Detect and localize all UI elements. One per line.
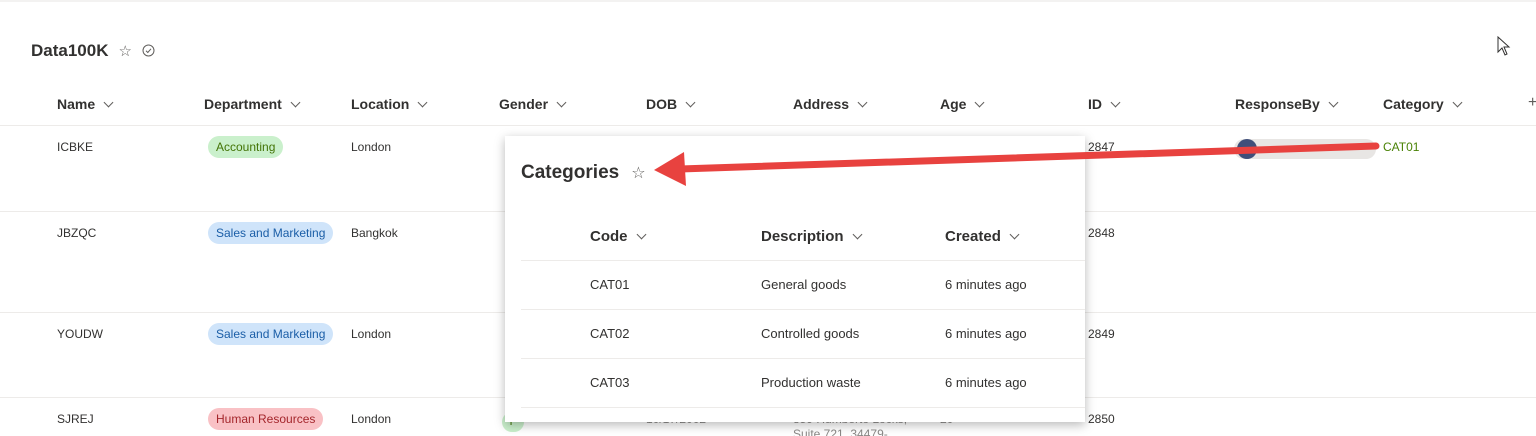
chevron-down-icon (685, 97, 696, 107)
cell-name: SJREJ (57, 412, 94, 426)
column-header-label: Category (1383, 96, 1444, 112)
column-header-gender[interactable]: Gender (499, 96, 567, 112)
column-header-label: Department (204, 96, 282, 112)
chevron-down-icon (417, 97, 428, 107)
department-pill: Sales and Marketing (208, 323, 334, 345)
column-header-label: ResponseBy (1235, 96, 1320, 112)
person-chip[interactable] (1234, 139, 1376, 159)
avatar (1237, 139, 1257, 159)
mouse-cursor-icon (1497, 35, 1511, 61)
popup-column-header-description[interactable]: Description (761, 228, 862, 245)
add-column-plus-icon[interactable]: + (1528, 94, 1536, 112)
column-header-age[interactable]: Age (940, 96, 985, 112)
department-pill: Accounting (208, 136, 284, 158)
column-header-department[interactable]: Department (204, 96, 301, 112)
favorite-star-icon[interactable]: ☆ (119, 44, 132, 59)
column-header-label: Address (793, 96, 850, 112)
popup-column-label: Code (590, 228, 628, 245)
column-header-location[interactable]: Location (351, 96, 428, 112)
cell-id: 2850 (1088, 412, 1115, 426)
popup-column-header-row: Code Description Created (521, 216, 1085, 261)
cell-id: 2849 (1088, 327, 1115, 341)
popup-row[interactable]: CAT03 Production waste 6 minutes ago (521, 359, 1085, 408)
categories-popup: Categories ☆ Code Description Created CA… (505, 136, 1085, 422)
cell-name: ICBKE (57, 140, 94, 154)
popup-cell-code: CAT02 (590, 326, 630, 341)
column-header-label: Location (351, 96, 410, 112)
popup-cell-description: Controlled goods (761, 326, 860, 341)
chevron-down-icon (556, 97, 567, 107)
column-header-label: Gender (499, 96, 549, 112)
cell-id: 2848 (1088, 226, 1115, 240)
chevron-down-icon (290, 97, 301, 107)
column-header-name[interactable]: Name (57, 96, 114, 112)
column-header-category[interactable]: Category (1383, 96, 1463, 112)
column-header-row: Name Department Location Gender DOB Addr… (0, 84, 1536, 126)
popup-column-label: Created (945, 228, 1001, 245)
popup-cell-code: CAT01 (590, 277, 630, 292)
chevron-down-icon (103, 97, 114, 107)
popup-row[interactable]: CAT02 Controlled goods 6 minutes ago (521, 310, 1085, 359)
chevron-down-icon (1452, 97, 1463, 107)
cell-name: JBZQC (57, 226, 97, 240)
popup-column-header-code[interactable]: Code (590, 228, 646, 245)
popup-cell-created: 6 minutes ago (945, 375, 1027, 390)
popup-column-label: Description (761, 228, 844, 245)
column-header-label: ID (1088, 96, 1102, 112)
cell-id: 2847 (1088, 140, 1115, 154)
list-title: Data100K (31, 41, 109, 60)
chevron-down-icon (857, 97, 868, 107)
column-header-id[interactable]: ID (1088, 96, 1121, 112)
column-header-address[interactable]: Address (793, 96, 868, 112)
column-header-responseby[interactable]: ResponseBy (1235, 96, 1339, 112)
chevron-down-icon (636, 229, 646, 240)
popup-cell-created: 6 minutes ago (945, 326, 1027, 341)
column-header-label: DOB (646, 96, 678, 112)
popup-column-header-created[interactable]: Created (945, 228, 1020, 245)
cell-name: YOUDW (57, 327, 103, 341)
cell-location: Bangkok (351, 226, 398, 240)
popup-title: Categories (521, 162, 620, 183)
chevron-down-icon (852, 229, 862, 240)
popup-cell-created: 6 minutes ago (945, 277, 1027, 292)
cell-location: London (351, 327, 392, 341)
category-link[interactable]: CAT01 (1383, 140, 1419, 154)
column-header-label: Age (940, 96, 967, 112)
popup-row[interactable]: CAT01 General goods 6 minutes ago (521, 261, 1085, 310)
popup-header: Categories ☆ (521, 162, 646, 184)
cell-location: London (351, 412, 392, 426)
department-pill: Human Resources (208, 408, 324, 430)
list-header: Data100K ☆ (31, 41, 155, 61)
chevron-down-icon (1328, 97, 1339, 107)
column-header-dob[interactable]: DOB (646, 96, 696, 112)
column-header-label: Name (57, 96, 96, 112)
chevron-down-icon (1009, 229, 1020, 240)
chevron-down-icon (1110, 97, 1121, 107)
department-pill: Sales and Marketing (208, 222, 334, 244)
chevron-down-icon (975, 97, 985, 107)
top-divider (0, 0, 1536, 2)
check-circle-icon (142, 44, 155, 59)
popup-cell-description: Production waste (761, 375, 861, 390)
cell-location: London (351, 140, 392, 154)
favorite-star-icon[interactable]: ☆ (631, 163, 645, 183)
popup-cell-code: CAT03 (590, 375, 630, 390)
popup-cell-description: General goods (761, 277, 847, 292)
